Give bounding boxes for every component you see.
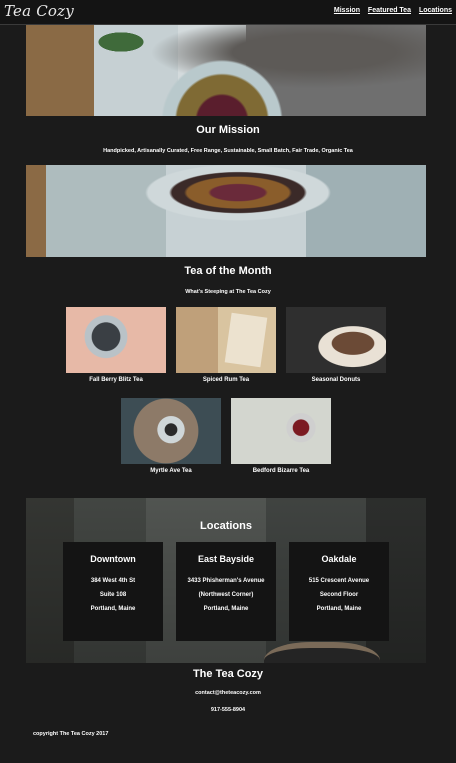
tea-item[interactable]: Myrtle Ave Tea (121, 398, 221, 474)
main-nav: Mission Featured Tea Locations (328, 7, 452, 14)
tea-item[interactable]: Fall Berry Blitz Tea (66, 307, 166, 383)
leaf-decoration (86, 27, 156, 57)
tea-image (286, 307, 386, 373)
footer-email[interactable]: contact@theteacozy.com (0, 690, 456, 696)
location-address-line: Portland, Maine (90, 606, 136, 612)
tea-item[interactable]: Spiced Rum Tea (176, 307, 276, 383)
location-address-line: 515 Crescent Avenue (308, 578, 370, 584)
tea-name: Myrtle Ave Tea (150, 468, 192, 474)
nav-link-mission[interactable]: Mission (334, 7, 360, 14)
site-header: Tea Cozy Mission Featured Tea Locations (0, 0, 456, 25)
tea-item[interactable]: Bedford Bizarre Tea (231, 398, 331, 474)
site-logo[interactable]: Tea Cozy (4, 2, 74, 20)
nav-link-featured-tea[interactable]: Featured Tea (368, 7, 411, 14)
tea-image (66, 307, 166, 373)
locations-title: Locations (200, 520, 252, 532)
footer-phone: 917-555-8904 (210, 707, 246, 713)
mission-hero-image-top (26, 25, 426, 116)
mug-decoration (264, 642, 380, 663)
location-address-line: 384 West 4th St (90, 578, 136, 584)
copyright-text: copyright The Tea Cozy 2017 (33, 731, 109, 737)
tea-image (121, 398, 221, 464)
location-card-downtown: Downtown 384 West 4th St Suite 108 Portl… (63, 542, 163, 641)
tea-of-month-subtitle: What's Steeping at The Tea Cozy (185, 289, 271, 295)
location-name: Oakdale (321, 554, 357, 564)
location-card-oakdale: Oakdale 515 Crescent Avenue Second Floor… (289, 542, 389, 641)
tea-name: Bedford Bizarre Tea (252, 468, 310, 474)
mission-tagline: Handpicked, Artisanally Curated, Free Ra… (103, 148, 353, 154)
location-address-line: Second Floor (319, 592, 359, 598)
tea-image (176, 307, 276, 373)
mission-title: Our Mission (196, 124, 260, 136)
tea-item[interactable]: Seasonal Donuts (286, 307, 386, 383)
location-address-line: (Northwest Corner) (198, 592, 254, 598)
location-address-line: 3433 Phisherman's Avenue (187, 578, 265, 584)
footer-title: The Tea Cozy (192, 668, 264, 680)
nav-link-locations[interactable]: Locations (419, 7, 452, 14)
tea-name: Spiced Rum Tea (202, 377, 250, 383)
location-name: East Bayside (197, 554, 255, 564)
location-address-line: Portland, Maine (316, 606, 362, 612)
tea-name: Fall Berry Blitz Tea (89, 377, 143, 383)
location-address-line: Suite 108 (99, 592, 127, 598)
tea-image (231, 398, 331, 464)
locations-section: Locations Downtown 384 West 4th St Suite… (26, 498, 426, 663)
tea-of-month-title: Tea of the Month (184, 265, 272, 277)
location-name: Downtown (90, 554, 136, 564)
location-card-east-bayside: East Bayside 3433 Phisherman's Avenue (N… (176, 542, 276, 641)
tea-name: Seasonal Donuts (311, 377, 361, 383)
mission-hero-image-bottom (26, 165, 426, 257)
location-address-line: Portland, Maine (203, 606, 249, 612)
